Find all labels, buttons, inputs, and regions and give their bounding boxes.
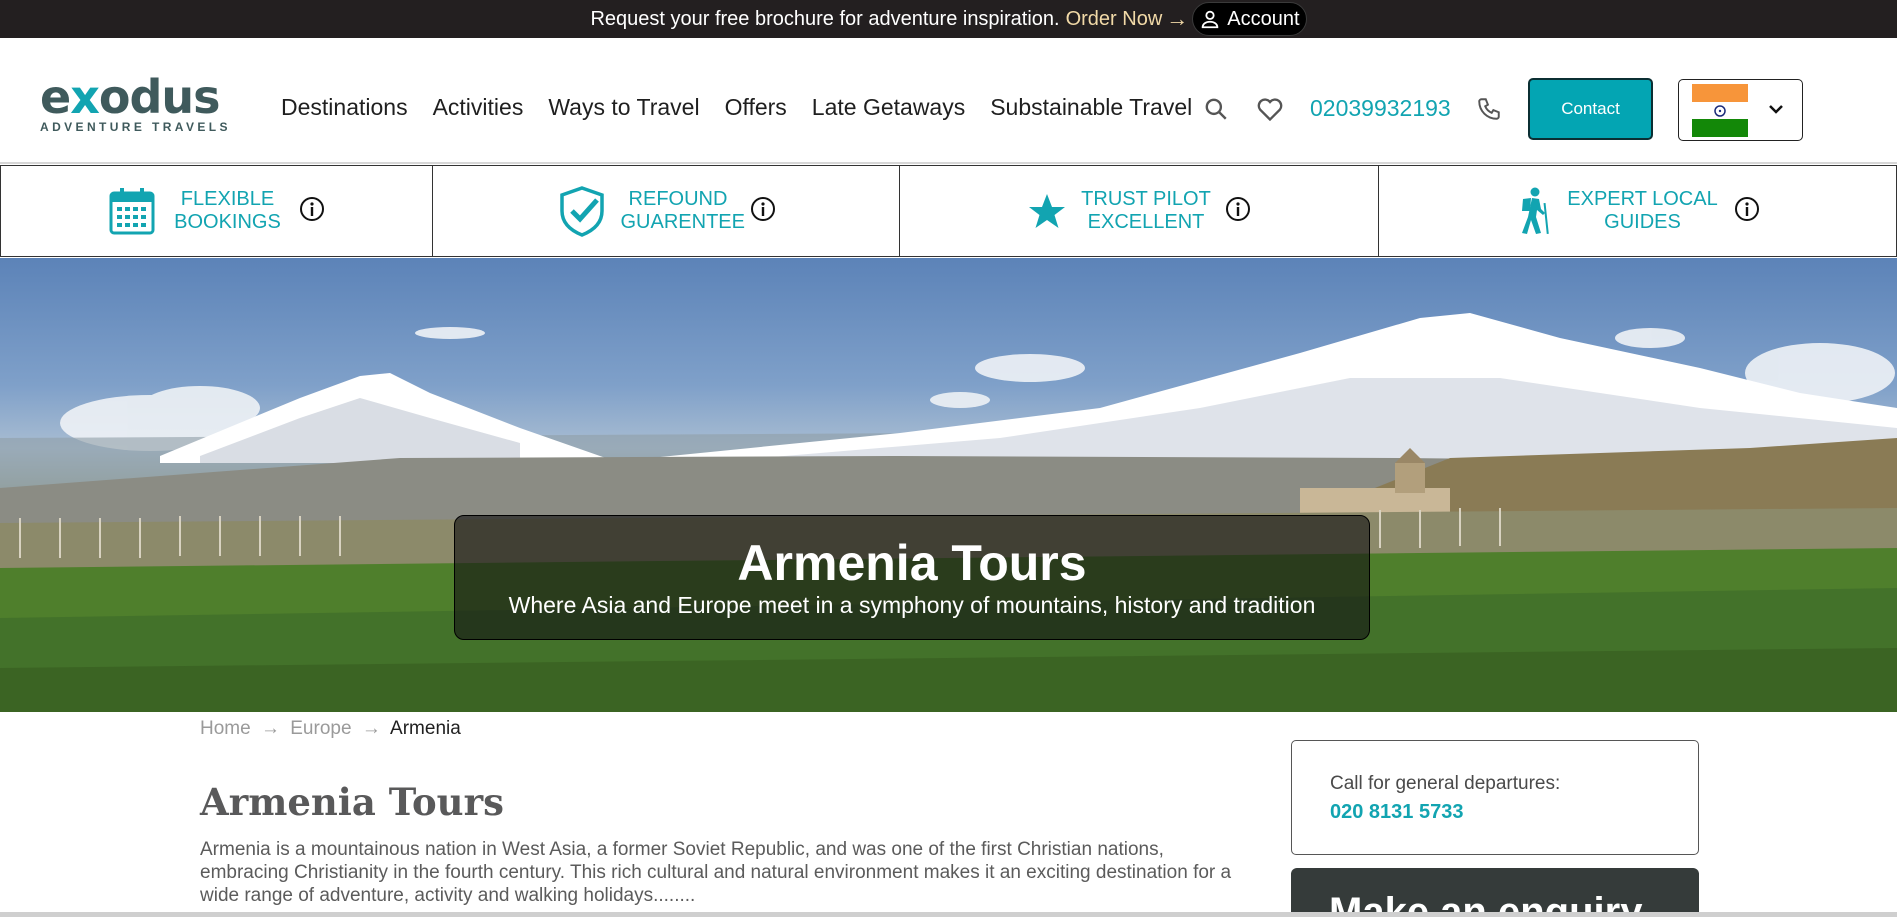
nav-ways-to-travel[interactable]: Ways to Travel <box>548 94 699 121</box>
breadcrumb: Home → Europe → Armenia <box>200 718 461 740</box>
order-now-label: Order Now <box>1065 7 1163 30</box>
intro-text: Armenia is a mountainous nation in West … <box>200 839 1232 906</box>
search-icon[interactable] <box>1199 92 1233 126</box>
enquiry-panel[interactable]: Make an enquiry <box>1291 868 1699 917</box>
promo-bar: Request your free brochure for adventure… <box>0 0 1897 38</box>
feature-refund-guarantee: REFOUND GUARENTEE <box>433 165 900 257</box>
info-icon[interactable] <box>750 196 776 227</box>
user-icon <box>1202 10 1219 29</box>
hiker-icon <box>1515 187 1551 235</box>
hero-title: Armenia Tours <box>737 535 1087 591</box>
page-title: Armenia Tours <box>200 780 504 824</box>
breadcrumb-separator: → <box>260 718 280 739</box>
nav-destinations[interactable]: Destinations <box>281 94 408 121</box>
info-icon[interactable] <box>299 196 325 227</box>
feature-flexible-bookings: FLEXIBLE BOOKINGS <box>0 165 433 257</box>
breadcrumb-home[interactable]: Home <box>200 718 251 739</box>
horizontal-scrollbar[interactable] <box>0 912 1897 917</box>
promo-text: Request your free brochure for adventure… <box>590 7 1060 30</box>
info-icon[interactable] <box>1734 196 1760 227</box>
breadcrumb-current: Armenia <box>390 718 461 739</box>
chevron-down-icon <box>1769 105 1783 114</box>
shield-check-icon <box>557 185 607 237</box>
account-button[interactable]: Account <box>1192 2 1307 36</box>
feature-trust-pilot: TRUST PILOT EXCELLENT <box>900 165 1379 257</box>
hero-banner: Armenia Tours Where Asia and Europe meet… <box>0 258 1897 712</box>
phone-icon[interactable] <box>1472 92 1506 126</box>
info-icon[interactable] <box>1225 196 1251 227</box>
breadcrumb-separator: → <box>361 718 381 739</box>
call-number[interactable]: 020 8131 5733 <box>1330 801 1698 824</box>
breadcrumb-europe[interactable]: Europe <box>290 718 351 739</box>
calendar-icon <box>108 187 156 235</box>
nav-activities[interactable]: Activities <box>433 94 524 121</box>
contact-button[interactable]: Contact <box>1528 78 1653 140</box>
nav-offers[interactable]: Offers <box>725 94 787 121</box>
feature-expert-guides: EXPERT LOCAL GUIDES <box>1379 165 1897 257</box>
hero-subtitle: Where Asia and Europe meet in a symphony… <box>508 592 1316 618</box>
site-header: exodus ADVENTURE TRAVELS Destinations Ac… <box>0 38 1897 164</box>
hero-image <box>0 313 1897 712</box>
heart-icon[interactable] <box>1253 92 1287 126</box>
account-label: Account <box>1227 7 1300 30</box>
logo-subtitle: ADVENTURE TRAVELS <box>40 120 231 134</box>
hero-caption: Armenia Tours Where Asia and Europe meet… <box>454 515 1370 640</box>
exodus-logo[interactable]: exodus ADVENTURE TRAVELS <box>40 74 236 134</box>
india-flag-icon <box>1692 84 1748 137</box>
country-selector[interactable] <box>1678 79 1803 141</box>
feature-strip: FLEXIBLE BOOKINGS REFOUND GUARENTEE TRUST … <box>0 165 1897 257</box>
call-label: Call for general departures: <box>1330 773 1561 794</box>
call-box: Call for general departures: 020 8131 57… <box>1291 740 1699 855</box>
nav-sustainable-travel[interactable]: Substainable Travel <box>990 94 1192 121</box>
arrow-right-icon: → <box>1166 6 1189 31</box>
header-phone-number[interactable]: 02039932193 <box>1310 95 1451 122</box>
main-nav: Destinations Activities Ways to Travel O… <box>281 94 1217 121</box>
nav-late-getaways[interactable]: Late Getaways <box>812 94 965 121</box>
order-now-link[interactable]: Order Now → <box>1066 6 1189 32</box>
star-icon <box>1027 191 1067 231</box>
